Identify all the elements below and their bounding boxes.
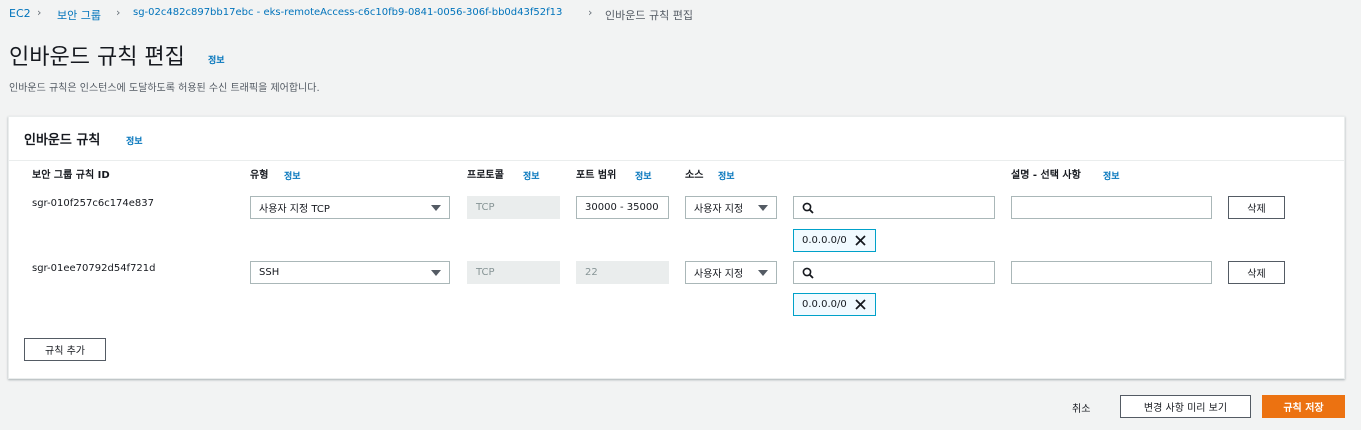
protocol-value: TCP xyxy=(476,267,495,278)
port-range-input[interactable]: 30000 - 35000 xyxy=(576,196,669,219)
col-header-rule-id: 보안 그룹 규칙 ID xyxy=(32,170,110,181)
type-select[interactable]: 사용자 지정 TCP xyxy=(250,196,450,219)
caret-down-icon xyxy=(431,204,441,211)
breadcrumb-security-groups[interactable]: 보안 그룹 xyxy=(57,7,101,23)
col-header-type: 유형 xyxy=(250,170,269,181)
caret-down-icon xyxy=(431,269,441,276)
port-range-field: 22 xyxy=(576,261,669,284)
token-label: 0.0.0.0/0 xyxy=(802,299,847,310)
close-icon[interactable] xyxy=(855,299,866,310)
breadcrumb-ec2[interactable]: EC2 xyxy=(9,7,31,20)
col-source-info-link[interactable]: 정보 xyxy=(718,169,735,182)
source-select-value: 사용자 지정 xyxy=(694,204,744,215)
type-select[interactable]: SSH xyxy=(250,261,450,284)
panel-info-link[interactable]: 정보 xyxy=(126,134,143,147)
delete-button[interactable]: 삭제 xyxy=(1228,196,1285,219)
type-select-value: SSH xyxy=(259,267,280,278)
type-select-value: 사용자 지정 TCP xyxy=(259,204,330,215)
preview-changes-button[interactable]: 변경 사항 미리 보기 xyxy=(1120,395,1251,418)
col-header-protocol: 프로토콜 xyxy=(467,170,504,181)
chevron-right-icon: › xyxy=(37,6,42,19)
close-icon[interactable] xyxy=(855,235,866,246)
rule-id: sgr-010f257c6c174e837 xyxy=(32,198,155,209)
source-select-value: 사용자 지정 xyxy=(694,269,744,280)
col-protocol-info-link[interactable]: 정보 xyxy=(523,169,540,182)
rule-id: sgr-01ee70792d54f721d xyxy=(32,263,156,274)
delete-button[interactable]: 삭제 xyxy=(1228,261,1285,284)
breadcrumb-current: 인바운드 규칙 편집 xyxy=(605,9,693,22)
caret-down-icon xyxy=(758,269,768,276)
token-label: 0.0.0.0/0 xyxy=(802,235,847,246)
col-header-source: 소스 xyxy=(685,170,704,181)
source-search-input[interactable] xyxy=(793,196,995,219)
add-rule-button[interactable]: 규칙 추가 xyxy=(24,338,106,361)
protocol-field: TCP xyxy=(467,196,560,219)
panel-title: 인바운드 규칙 xyxy=(24,133,101,148)
save-rules-button[interactable]: 규칙 저장 xyxy=(1262,395,1345,418)
source-select[interactable]: 사용자 지정 xyxy=(685,261,777,284)
description-input[interactable] xyxy=(1011,261,1212,284)
source-search-input[interactable] xyxy=(793,261,995,284)
page-description: 인바운드 규칙은 인스턴스에 도달하도록 허용된 수신 트래픽을 제어합니다. xyxy=(9,83,320,94)
col-port-info-link[interactable]: 정보 xyxy=(635,169,652,182)
source-token: 0.0.0.0/0 xyxy=(793,229,876,252)
col-description-info-link[interactable]: 정보 xyxy=(1103,169,1120,182)
chevron-right-icon: › xyxy=(588,6,593,19)
panel-header xyxy=(8,116,1345,161)
search-icon xyxy=(802,267,814,279)
port-range-value: 22 xyxy=(585,267,598,278)
page-title: 인바운드 규칙 편집 xyxy=(9,45,185,70)
port-range-value: 30000 - 35000 xyxy=(585,202,659,213)
chevron-right-icon: › xyxy=(116,6,121,19)
description-input[interactable] xyxy=(1011,196,1212,219)
protocol-value: TCP xyxy=(476,202,495,213)
protocol-field: TCP xyxy=(467,261,560,284)
search-icon xyxy=(802,202,814,214)
col-type-info-link[interactable]: 정보 xyxy=(284,169,301,182)
caret-down-icon xyxy=(758,204,768,211)
breadcrumb-security-group[interactable]: sg-02c482c897bb17ebc - eks-remoteAccess-… xyxy=(133,7,562,18)
col-header-description: 설명 - 선택 사항 xyxy=(1011,170,1081,181)
page-info-link[interactable]: 정보 xyxy=(208,53,225,66)
cancel-button[interactable]: 취소 xyxy=(1072,400,1090,415)
col-header-port-range: 포트 범위 xyxy=(576,170,617,181)
source-token: 0.0.0.0/0 xyxy=(793,293,876,316)
source-select[interactable]: 사용자 지정 xyxy=(685,196,777,219)
